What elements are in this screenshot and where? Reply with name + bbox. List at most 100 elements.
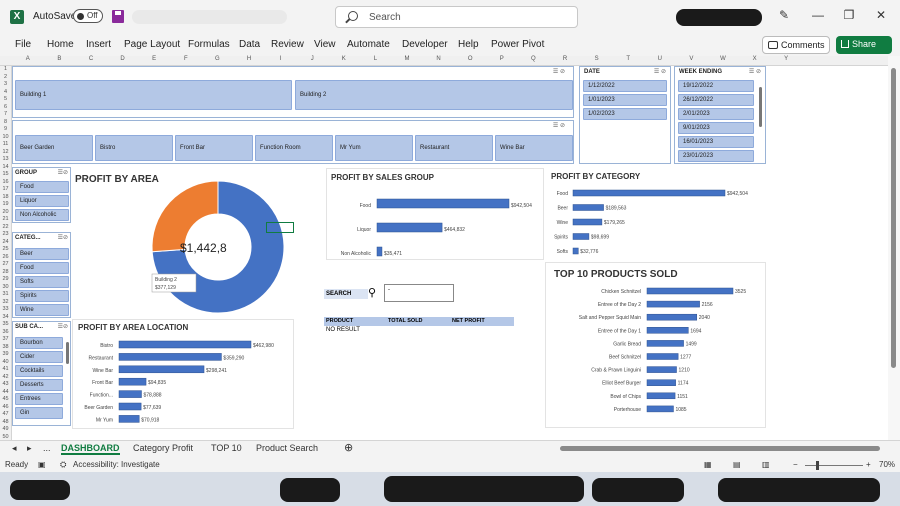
slicer-item-subcat[interactable]: Desserts [15, 379, 63, 391]
row-header[interactable]: 43 [0, 381, 11, 387]
search-input[interactable]: - [384, 284, 454, 302]
column-header[interactable]: Y [770, 56, 802, 62]
row-header[interactable]: 9 [0, 126, 11, 132]
column-header[interactable]: O [454, 56, 486, 62]
slicer-scrollbar[interactable] [759, 87, 762, 127]
row-header[interactable]: 19 [0, 201, 11, 207]
column-header[interactable]: N [423, 56, 455, 62]
row-header[interactable]: 41 [0, 366, 11, 372]
tab-data[interactable]: Data [239, 39, 260, 50]
slicer-filter-icons[interactable]: ☰⊘ [58, 169, 68, 176]
tab-file[interactable]: File [15, 39, 31, 50]
slicer-item-subcat[interactable]: Gin [15, 407, 63, 419]
column-header[interactable]: I [265, 56, 297, 62]
minimize-icon[interactable]: — [808, 8, 828, 22]
close-icon[interactable]: ✕ [871, 8, 891, 22]
slicer-filter-icons[interactable]: ☰ ⊘ [749, 68, 761, 75]
column-header[interactable]: M [391, 56, 423, 62]
more-tabs[interactable]: ... [43, 443, 51, 453]
row-header[interactable]: 2 [0, 74, 11, 80]
column-header[interactable]: U [644, 56, 676, 62]
row-header[interactable]: 48 [0, 419, 11, 425]
row-header[interactable]: 24 [0, 239, 11, 245]
slicer-item-building-2[interactable]: Building 2 [295, 80, 573, 110]
slicer-item-subcat[interactable]: Entrees [15, 393, 63, 405]
tab-help[interactable]: Help [458, 39, 479, 50]
row-header[interactable]: 32 [0, 299, 11, 305]
tab-power-pivot[interactable]: Power Pivot [491, 39, 544, 50]
slicer-item-subcat[interactable]: Cider [15, 351, 63, 363]
row-header[interactable]: 3 [0, 81, 11, 87]
column-header[interactable]: H [233, 56, 265, 62]
column-header[interactable]: B [44, 56, 76, 62]
slicer-scrollbar[interactable] [66, 342, 69, 364]
slicer-item-week[interactable]: 2/01/2023 [678, 108, 754, 120]
slicer-item-category[interactable]: Wine [15, 304, 69, 316]
slicer-item-location[interactable]: Front Bar [175, 135, 253, 161]
pen-icon[interactable]: ✎ [774, 8, 794, 22]
slicer-item-week[interactable]: 23/01/2023 [678, 150, 754, 162]
row-header[interactable]: 22 [0, 224, 11, 230]
zoom-slider[interactable] [805, 465, 863, 466]
row-header[interactable]: 36 [0, 329, 11, 335]
slicer-item-category[interactable]: Softs [15, 276, 69, 288]
slicer-filter-icons[interactable]: ☰ ⊘ [553, 68, 565, 75]
tab-dashboard[interactable]: DASHBOARD [61, 443, 120, 455]
tab-review[interactable]: Review [271, 39, 304, 50]
row-header[interactable]: 44 [0, 389, 11, 395]
slicer-item-group[interactable]: Non Alcoholic [15, 209, 69, 221]
dashboard-sheet[interactable]: ☰ ⊘ Building 1 Building 2 ☰ ⊘ Beer Garde… [12, 66, 888, 440]
slicer-item-category[interactable]: Beer [15, 248, 69, 260]
column-header[interactable]: X [739, 56, 771, 62]
horizontal-scrollbar[interactable] [560, 446, 880, 451]
row-header[interactable]: 10 [0, 134, 11, 140]
macro-record-icon[interactable]: ▣ [38, 460, 46, 469]
row-header[interactable]: 34 [0, 314, 11, 320]
row-header[interactable]: 4 [0, 89, 11, 95]
slicer-filter-icons[interactable]: ☰⊘ [58, 323, 68, 330]
share-button[interactable]: Share [836, 36, 892, 54]
zoom-level[interactable]: 70% [879, 460, 895, 469]
column-header[interactable]: G [202, 56, 234, 62]
row-header[interactable]: 12 [0, 149, 11, 155]
slicer-item-location[interactable]: Restaurant [415, 135, 493, 161]
column-header[interactable]: E [138, 56, 170, 62]
row-header[interactable]: 47 [0, 411, 11, 417]
slicer-item-subcat[interactable]: Cocktails [15, 365, 63, 377]
row-header[interactable]: 25 [0, 246, 11, 252]
row-header[interactable]: 15 [0, 171, 11, 177]
slicer-filter-icons[interactable]: ☰ ⊘ [654, 68, 666, 75]
top-10-products-chart[interactable]: TOP 10 PRODUCTS SOLD Chicken Schnitzel 35… [545, 262, 766, 428]
tab-developer[interactable]: Developer [402, 39, 448, 50]
slicer-item-date[interactable]: 1/02/2023 [583, 108, 667, 120]
slicer-item-date[interactable]: 1/01/2023 [583, 94, 667, 106]
row-header[interactable]: 26 [0, 254, 11, 260]
column-header[interactable]: Q [518, 56, 550, 62]
row-header[interactable]: 30 [0, 284, 11, 290]
slicer-item-category[interactable]: Food [15, 262, 69, 274]
tab-automate[interactable]: Automate [347, 39, 390, 50]
slicer-item-location[interactable]: Beer Garden [15, 135, 93, 161]
tab-top-10[interactable]: TOP 10 [211, 443, 242, 453]
column-header[interactable]: W [707, 56, 739, 62]
row-header[interactable]: 50 [0, 434, 11, 440]
scroll-tabs-right-icon[interactable]: ▸ [27, 443, 32, 454]
column-header[interactable]: V [676, 56, 708, 62]
row-header[interactable]: 40 [0, 359, 11, 365]
slicer-item-location[interactable]: Wine Bar [495, 135, 573, 161]
profit-by-sales-group-chart[interactable]: PROFIT BY SALES GROUP Food $942,504 Liquor… [326, 168, 544, 260]
row-header[interactable]: 13 [0, 156, 11, 162]
column-header[interactable]: R [549, 56, 581, 62]
row-header[interactable]: 21 [0, 216, 11, 222]
column-header[interactable]: A [12, 56, 44, 62]
row-header[interactable]: 42 [0, 374, 11, 380]
search-icon[interactable]: ⚲ [368, 286, 376, 299]
selected-cell[interactable] [266, 222, 294, 233]
slicer-item-location[interactable]: Bistro [95, 135, 173, 161]
vertical-scrollbar[interactable] [888, 56, 900, 440]
row-header[interactable]: 11 [0, 141, 11, 147]
column-header[interactable]: S [581, 56, 613, 62]
tab-view[interactable]: View [314, 39, 336, 50]
profit-by-area-chart[interactable]: PROFIT BY AREA Building 1$1,065,678Build… [72, 170, 294, 318]
row-header[interactable]: 33 [0, 306, 11, 312]
